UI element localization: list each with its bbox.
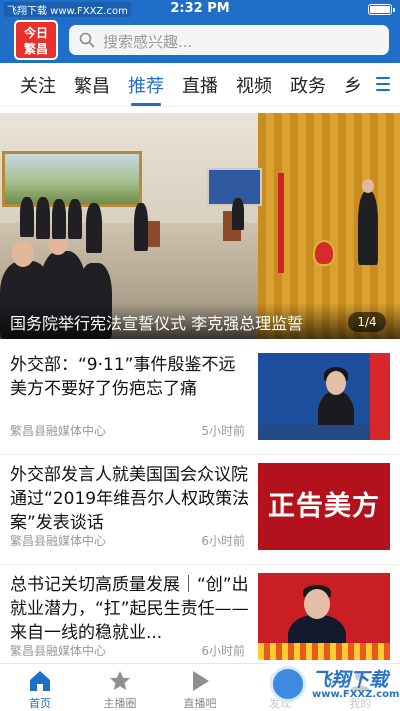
news-item[interactable]: 外交部发言人就美国国会众议院通过“2019年维吾尔人权政策法案”发表谈话 繁昌县… (0, 455, 400, 565)
news-thumbnail[interactable] (258, 573, 390, 660)
battery-icon (368, 4, 395, 15)
photo-person (36, 197, 50, 239)
tab-tuijian[interactable]: 推荐 (128, 72, 164, 98)
tabbar-anchors[interactable]: 主播圈 (80, 664, 160, 711)
tabbar-label: 直播吧 (183, 697, 217, 710)
photo-head (12, 241, 34, 267)
logo-line1: 今日 (23, 26, 48, 40)
tab-zhengwu[interactable]: 政务 (290, 72, 326, 98)
news-source: 繁昌县融媒体中心 (10, 644, 107, 658)
news-time: 6小时前 (201, 644, 245, 658)
news-time: 6小时前 (201, 534, 245, 548)
news-title[interactable]: 总书记关切高质量发展｜“创”出就业潜力，“扛”起民生责任——来自一线的稳就业..… (10, 573, 250, 645)
search-bar[interactable]: 搜索感兴趣... (69, 25, 389, 55)
news-item[interactable]: 外交部：“9·11”事件殷鉴不远 美方不要好了伤疤忘了痛 繁昌县融媒体中心 5小… (0, 345, 400, 455)
active-tab-indicator (131, 103, 161, 106)
photo-person (134, 203, 148, 251)
logo-line2: 繁昌 (23, 42, 48, 56)
watermark-title: 飞翔下载 (312, 669, 389, 691)
news-title[interactable]: 外交部发言人就美国国会众议院通过“2019年维吾尔人权政策法案”发表谈话 (10, 463, 250, 535)
photo-person (232, 198, 244, 230)
app-logo[interactable]: 今日 繁昌 (14, 20, 58, 60)
photo-person (86, 203, 102, 253)
banner-flag (278, 173, 284, 273)
banner-podium-left (146, 221, 160, 247)
tabbar-label: 首页 (29, 697, 51, 710)
tab-xiang[interactable]: 乡 (344, 72, 362, 98)
status-time: 2:32 PM (170, 1, 230, 16)
home-icon (30, 671, 50, 691)
tabbar-live[interactable]: 直播吧 (160, 664, 240, 711)
banner-caption[interactable]: 国务院举行宪法宣誓仪式 李克强总理监誓 (10, 310, 330, 334)
tab-guanzhu[interactable]: 关注 (20, 72, 56, 98)
national-emblem (313, 240, 335, 266)
tab-shipin[interactable]: 视频 (236, 72, 272, 98)
play-icon (193, 671, 209, 691)
news-title[interactable]: 外交部：“9·11”事件殷鉴不远 美方不要好了伤疤忘了痛 (10, 353, 250, 401)
tab-zhibo[interactable]: 直播 (182, 72, 218, 98)
news-source: 繁昌县融媒体中心 (10, 534, 107, 548)
tabbar-home[interactable]: 首页 (0, 664, 80, 711)
photo-person (20, 197, 34, 237)
star-icon (110, 671, 130, 690)
news-thumbnail[interactable]: 正告美方 (258, 463, 390, 550)
watermark-url: www.FXXZ.com (312, 689, 400, 700)
news-thumbnail[interactable] (258, 353, 390, 440)
photo-person (358, 191, 378, 265)
news-time: 5小时前 (201, 424, 245, 438)
photo-head (362, 179, 374, 193)
category-tabs: 关注 繁昌 推荐 直播 视频 政务 乡 (0, 63, 400, 107)
search-icon (79, 32, 95, 48)
site-watermark: 飞翔下载 www.FXXZ.com (264, 662, 400, 708)
news-item[interactable]: 总书记关切高质量发展｜“创”出就业潜力，“扛”起民生责任——来自一线的稳就业..… (0, 565, 400, 675)
news-source: 繁昌县融媒体中心 (10, 424, 107, 438)
menu-icon[interactable] (376, 77, 390, 91)
search-placeholder: 搜索感兴趣... (103, 33, 193, 51)
tabbar-label: 主播圈 (103, 697, 137, 710)
status-bar: 飞翔下载 www.FXXZ.com 2:32 PM (0, 0, 400, 18)
photo-person (68, 199, 82, 239)
photo-person (52, 199, 66, 239)
app-header: 今日 繁昌 搜索感兴趣... (0, 18, 400, 63)
banner-carousel[interactable]: 国务院举行宪法宣誓仪式 李克强总理监誓 1/4 (0, 113, 400, 339)
banner-pager: 1/4 (348, 312, 386, 332)
watermark-logo-icon (270, 666, 306, 702)
tab-fanchang[interactable]: 繁昌 (74, 72, 110, 98)
